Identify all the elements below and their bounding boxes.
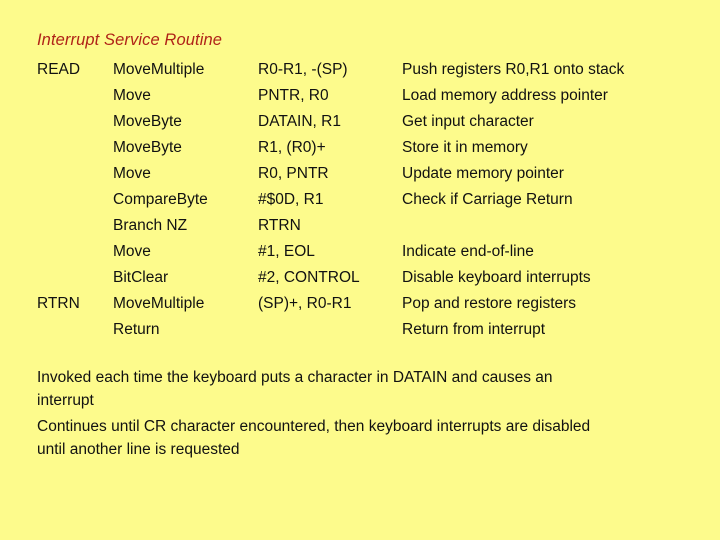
code-comment: Get input character	[402, 113, 534, 130]
code-instruction: Return	[113, 321, 160, 338]
code-comment: Pop and restore registers	[402, 295, 577, 312]
code-operand: R0, PNTR	[258, 165, 329, 182]
code-instruction: MoveByte	[113, 139, 182, 156]
code-row: Branch NZ RTRN	[37, 213, 697, 239]
note-paragraph: Continues until CR character encountered…	[37, 415, 692, 461]
code-instruction: MoveMultiple	[113, 295, 205, 312]
code-comment: Update memory pointer	[402, 165, 564, 182]
code-operand: (SP)+, R0-R1	[258, 295, 352, 312]
code-row: READ MoveMultiple R0-R1, -(SP) Push registe…	[37, 57, 697, 83]
page-title: Interrupt Service Routine	[37, 31, 223, 49]
code-instruction: CompareByte	[113, 191, 208, 208]
code-row: Return Return from interrupt	[37, 317, 697, 343]
code-instruction: Move	[113, 87, 151, 104]
code-instruction: Move	[113, 243, 151, 260]
code-operand: R1, (R0)+	[258, 139, 326, 156]
code-instruction: BitClear	[113, 269, 169, 286]
code-row: BitClear #2, CONTROL Disable keyboard inte…	[37, 265, 697, 291]
code-label: RTRN	[37, 295, 80, 312]
code-operand: R0-R1, -(SP)	[258, 61, 348, 78]
code-operand: PNTR, R0	[258, 87, 329, 104]
code-row: RTRN MoveMultiple (SP)+, R0-R1 Pop and rest…	[37, 291, 697, 317]
code-row: Move #1, EOL Indicate end-of-line	[37, 239, 697, 265]
code-row: CompareByte #$0D, R1 Check if Carriage Ret…	[37, 187, 697, 213]
note-line: interrupt	[37, 392, 94, 409]
code-row: MoveByte R1, (R0)+ Store it in memory	[37, 135, 697, 161]
code-instruction: MoveByte	[113, 113, 182, 130]
code-operand: #2, CONTROL	[258, 269, 360, 286]
code-comment: Indicate end-of-line	[402, 243, 534, 260]
slide-canvas: Interrupt Service Routine READ MoveMultip…	[0, 0, 720, 540]
code-comment: Disable keyboard interrupts	[402, 269, 591, 286]
code-row: Move R0, PNTR Update memory pointer	[37, 161, 697, 187]
code-comment: Load memory address pointer	[402, 87, 608, 104]
code-instruction: Branch NZ	[113, 217, 188, 234]
code-instruction: Move	[113, 165, 151, 182]
code-label: READ	[37, 61, 81, 78]
notes-block: Invoked each time the keyboard puts a ch…	[37, 366, 692, 464]
code-comment: Store it in memory	[402, 139, 528, 156]
code-listing: READ MoveMultiple R0-R1, -(SP) Push registe…	[37, 57, 697, 343]
code-operand: DATAIN, R1	[258, 113, 341, 130]
code-instruction: MoveMultiple	[113, 61, 205, 78]
code-comment: Push registers R0,R1 onto stack	[402, 61, 625, 78]
code-operand: #$0D, R1	[258, 191, 324, 208]
code-row: Move PNTR, R0 Load memory address pointer	[37, 83, 697, 109]
code-row: MoveByte DATAIN, R1 Get input character	[37, 109, 697, 135]
code-comment: Check if Carriage Return	[402, 191, 573, 208]
note-line: Invoked each time the keyboard puts a ch…	[37, 369, 553, 386]
note-line: Continues until CR character encountered…	[37, 418, 591, 435]
code-operand: #1, EOL	[258, 243, 315, 260]
note-paragraph: Invoked each time the keyboard puts a ch…	[37, 366, 692, 412]
note-line: until another line is requested	[37, 441, 240, 458]
code-operand: RTRN	[258, 217, 301, 234]
code-comment: Return from interrupt	[402, 321, 545, 338]
